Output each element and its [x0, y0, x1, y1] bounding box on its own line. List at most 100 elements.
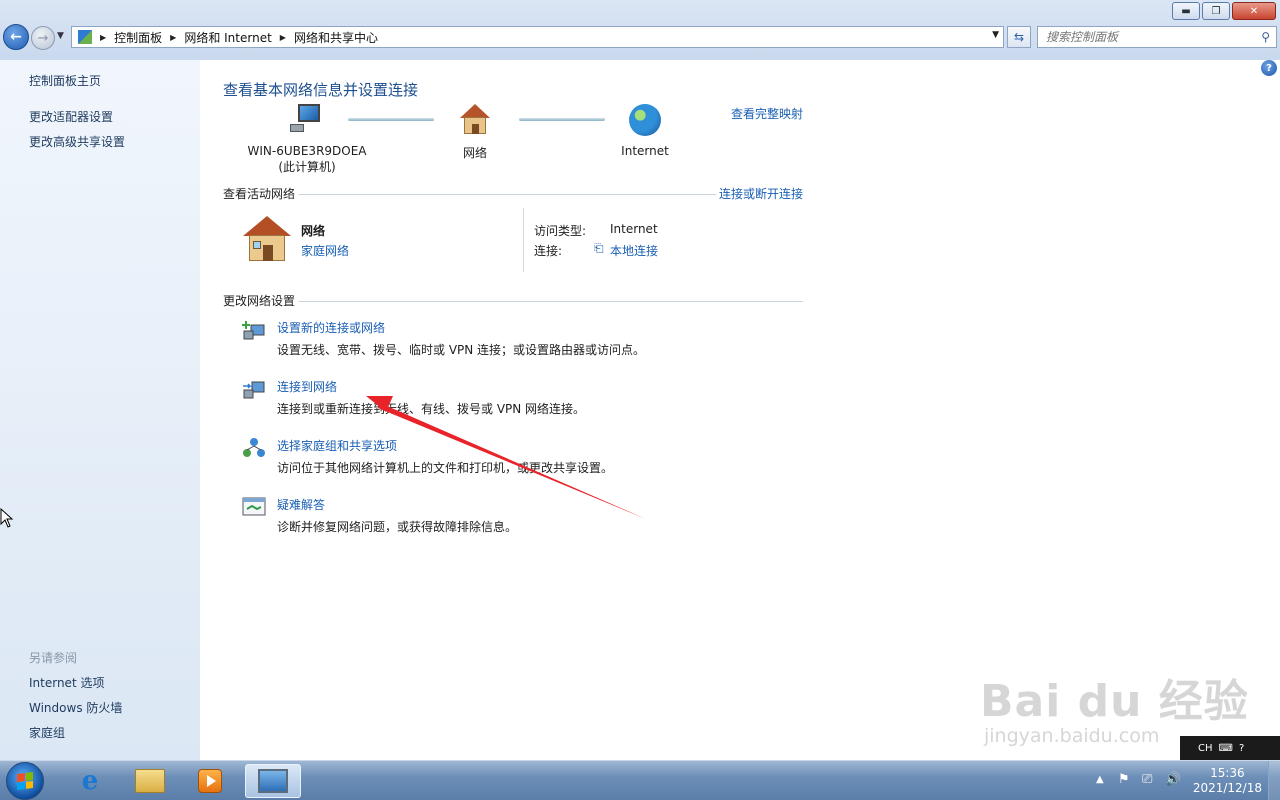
arrow-right-icon: → [37, 30, 49, 46]
access-type-label: 访问类型: [534, 224, 587, 238]
watermark-logo: Bai du 经验 [980, 676, 1249, 727]
close-button[interactable]: ✕ [1232, 2, 1276, 20]
task-description: 连接到或重新连接到无线、有线、拨号或 VPN 网络连接。 [277, 402, 586, 416]
search-box[interactable]: ⚲ [1037, 26, 1277, 48]
minimize-button[interactable]: ▬ [1172, 2, 1200, 20]
computer-sub-label: (此计算机) [278, 160, 336, 174]
connect-network-icon [243, 381, 265, 399]
breadcrumb-arrow-icon[interactable]: ▶ [170, 33, 176, 42]
task-description: 诊断并修复网络问题，或获得故障排除信息。 [277, 520, 518, 534]
media-player-icon [198, 769, 222, 793]
page-title: 查看基本网络信息并设置连接 [223, 81, 419, 99]
map-node-network[interactable]: 网络 [440, 104, 510, 161]
search-input[interactable] [1046, 30, 1256, 44]
task-title[interactable]: 选择家庭组和共享选项 [277, 437, 397, 454]
breadcrumb-network-sharing-center[interactable]: 网络和共享中心 [294, 29, 378, 46]
navigation-bar: ← → ▼ ▶ 控制面板 ▶ 网络和 Internet ▶ 网络和共享中心 ▼ … [0, 24, 1280, 50]
clock-date: 2021/12/18 [1192, 781, 1262, 795]
recent-pages-button[interactable]: ▼ [57, 31, 64, 41]
search-icon[interactable]: ⚲ [1261, 30, 1270, 44]
breadcrumb-arrow-icon[interactable]: ▶ [100, 33, 106, 42]
house-icon [458, 104, 492, 136]
active-network-name: 网络 [301, 224, 326, 238]
see-also-heading: 另请参阅 [29, 651, 78, 665]
network-tray-icon[interactable]: ⎚ [1142, 772, 1152, 787]
taskbar-windows-explorer[interactable] [122, 764, 178, 798]
task-homegroup-sharing[interactable]: 选择家庭组和共享选项 访问位于其他网络计算机上的文件和打印机，或更改共享设置。 [242, 437, 682, 477]
arrow-left-icon: ← [10, 29, 22, 45]
windows-logo-icon [17, 771, 33, 791]
volume-icon[interactable]: 🔊 [1165, 772, 1181, 787]
computer-name: WIN-6UBE3R9DOEA [247, 144, 367, 158]
new-connection-icon [242, 321, 265, 340]
task-connect-to-network[interactable]: 连接到网络 连接到或重新连接到无线、有线、拨号或 VPN 网络连接。 [242, 378, 682, 418]
map-connector-line [348, 118, 434, 121]
mouse-cursor-icon [0, 508, 14, 528]
show-desktop-button[interactable] [1268, 761, 1280, 800]
chevron-down-icon: ▼ [57, 31, 64, 41]
sidebar-link-windows-firewall[interactable]: Windows 防火墙 [29, 699, 122, 716]
task-description: 设置无线、宽带、拨号、临时或 VPN 连接；或设置路由器或访问点。 [277, 343, 646, 357]
view-full-map-link[interactable]: 查看完整映射 [731, 105, 803, 122]
back-button[interactable]: ← [3, 24, 29, 50]
computer-icon [290, 104, 324, 132]
globe-icon [629, 104, 661, 136]
sidebar-link-control-panel-home[interactable]: 控制面板主页 [29, 72, 101, 89]
taskbar-media-player[interactable] [182, 764, 238, 798]
task-new-connection[interactable]: 设置新的连接或网络 设置无线、宽带、拨号、临时或 VPN 连接；或设置路由器或访… [242, 319, 682, 359]
clock-time: 15:36 [1210, 766, 1245, 780]
control-panel-icon [258, 769, 288, 793]
sidebar-link-change-adapter-settings[interactable]: 更改适配器设置 [29, 108, 113, 125]
address-bar[interactable]: ▶ 控制面板 ▶ 网络和 Internet ▶ 网络和共享中心 ▼ [71, 26, 1004, 48]
active-networks-heading: 查看活动网络 [223, 185, 300, 202]
taskbar-control-panel[interactable] [245, 764, 301, 798]
network-type-link[interactable]: 家庭网络 [301, 242, 349, 259]
folder-icon [135, 769, 165, 793]
taskbar-internet-explorer[interactable]: e [62, 764, 118, 798]
task-title[interactable]: 连接到网络 [277, 378, 337, 395]
change-settings-heading: 更改网络设置 [223, 292, 300, 309]
task-troubleshoot[interactable]: 疑难解答 诊断并修复网络问题，或获得故障排除信息。 [242, 496, 682, 536]
map-node-internet[interactable]: Internet [610, 104, 680, 158]
sidebar-link-internet-options[interactable]: Internet 选项 [29, 674, 104, 691]
internet-label: Internet [621, 144, 669, 158]
breadcrumb-network-internet[interactable]: 网络和 Internet [184, 29, 271, 46]
sidebar-link-advanced-sharing-settings[interactable]: 更改高级共享设置 [29, 133, 125, 150]
connect-disconnect-link[interactable]: 连接或断开连接 [719, 185, 803, 202]
local-connection-link[interactable]: 本地连接 [610, 242, 658, 259]
connection-label: 连接: [534, 244, 563, 258]
task-description: 访问位于其他网络计算机上的文件和打印机，或更改共享设置。 [277, 461, 614, 475]
show-hidden-icons-button[interactable]: ▲ [1096, 774, 1104, 785]
action-center-flag-icon[interactable]: ⚑ [1118, 772, 1130, 787]
taskbar: e ▲ ⚑ ⎚ 🔊 15:36 2021/12/18 [0, 760, 1280, 800]
map-connector-line [519, 118, 605, 121]
address-dropdown-icon[interactable]: ▼ [992, 30, 999, 40]
refresh-icon: ⇆ [1013, 30, 1025, 44]
sidebar-link-homegroup[interactable]: 家庭组 [29, 724, 65, 741]
task-title[interactable]: 设置新的连接或网络 [277, 319, 385, 336]
window-controls: ▬ ❐ ✕ [1172, 2, 1276, 20]
network-label: 网络 [462, 146, 487, 160]
breadcrumb-control-panel[interactable]: 控制面板 [114, 29, 162, 46]
start-button[interactable] [6, 762, 44, 800]
ethernet-icon: ⎗ [594, 241, 604, 255]
vertical-divider [523, 208, 524, 272]
maximize-button[interactable]: ❐ [1202, 2, 1230, 20]
task-title[interactable]: 疑难解答 [277, 496, 325, 513]
forward-button[interactable]: → [31, 26, 55, 50]
help-icon: ? [1266, 62, 1272, 74]
section-divider [223, 301, 803, 302]
homegroup-icon [243, 438, 265, 457]
refresh-button[interactable]: ⇆ [1007, 26, 1031, 48]
system-clock[interactable]: 15:36 2021/12/18 [1193, 766, 1262, 796]
access-type-value: Internet [610, 222, 658, 236]
troubleshoot-icon [242, 497, 266, 516]
home-network-icon [243, 216, 291, 262]
breadcrumb-arrow-icon[interactable]: ▶ [280, 33, 286, 42]
map-node-this-computer[interactable]: WIN-6UBE3R9DOEA (此计算机) [247, 104, 367, 175]
control-panel-icon [78, 30, 92, 44]
sidebar: 控制面板主页 更改适配器设置 更改高级共享设置 另请参阅 Internet 选项… [0, 60, 200, 760]
baidu-jingyan-watermark: Bai du 经验 jingyan.baidu.com [980, 665, 1249, 747]
help-button[interactable]: ? [1261, 60, 1277, 76]
main-content: ? 查看基本网络信息并设置连接 WIN-6UBE3R9DOEA (此计算机) 网… [200, 60, 1280, 760]
